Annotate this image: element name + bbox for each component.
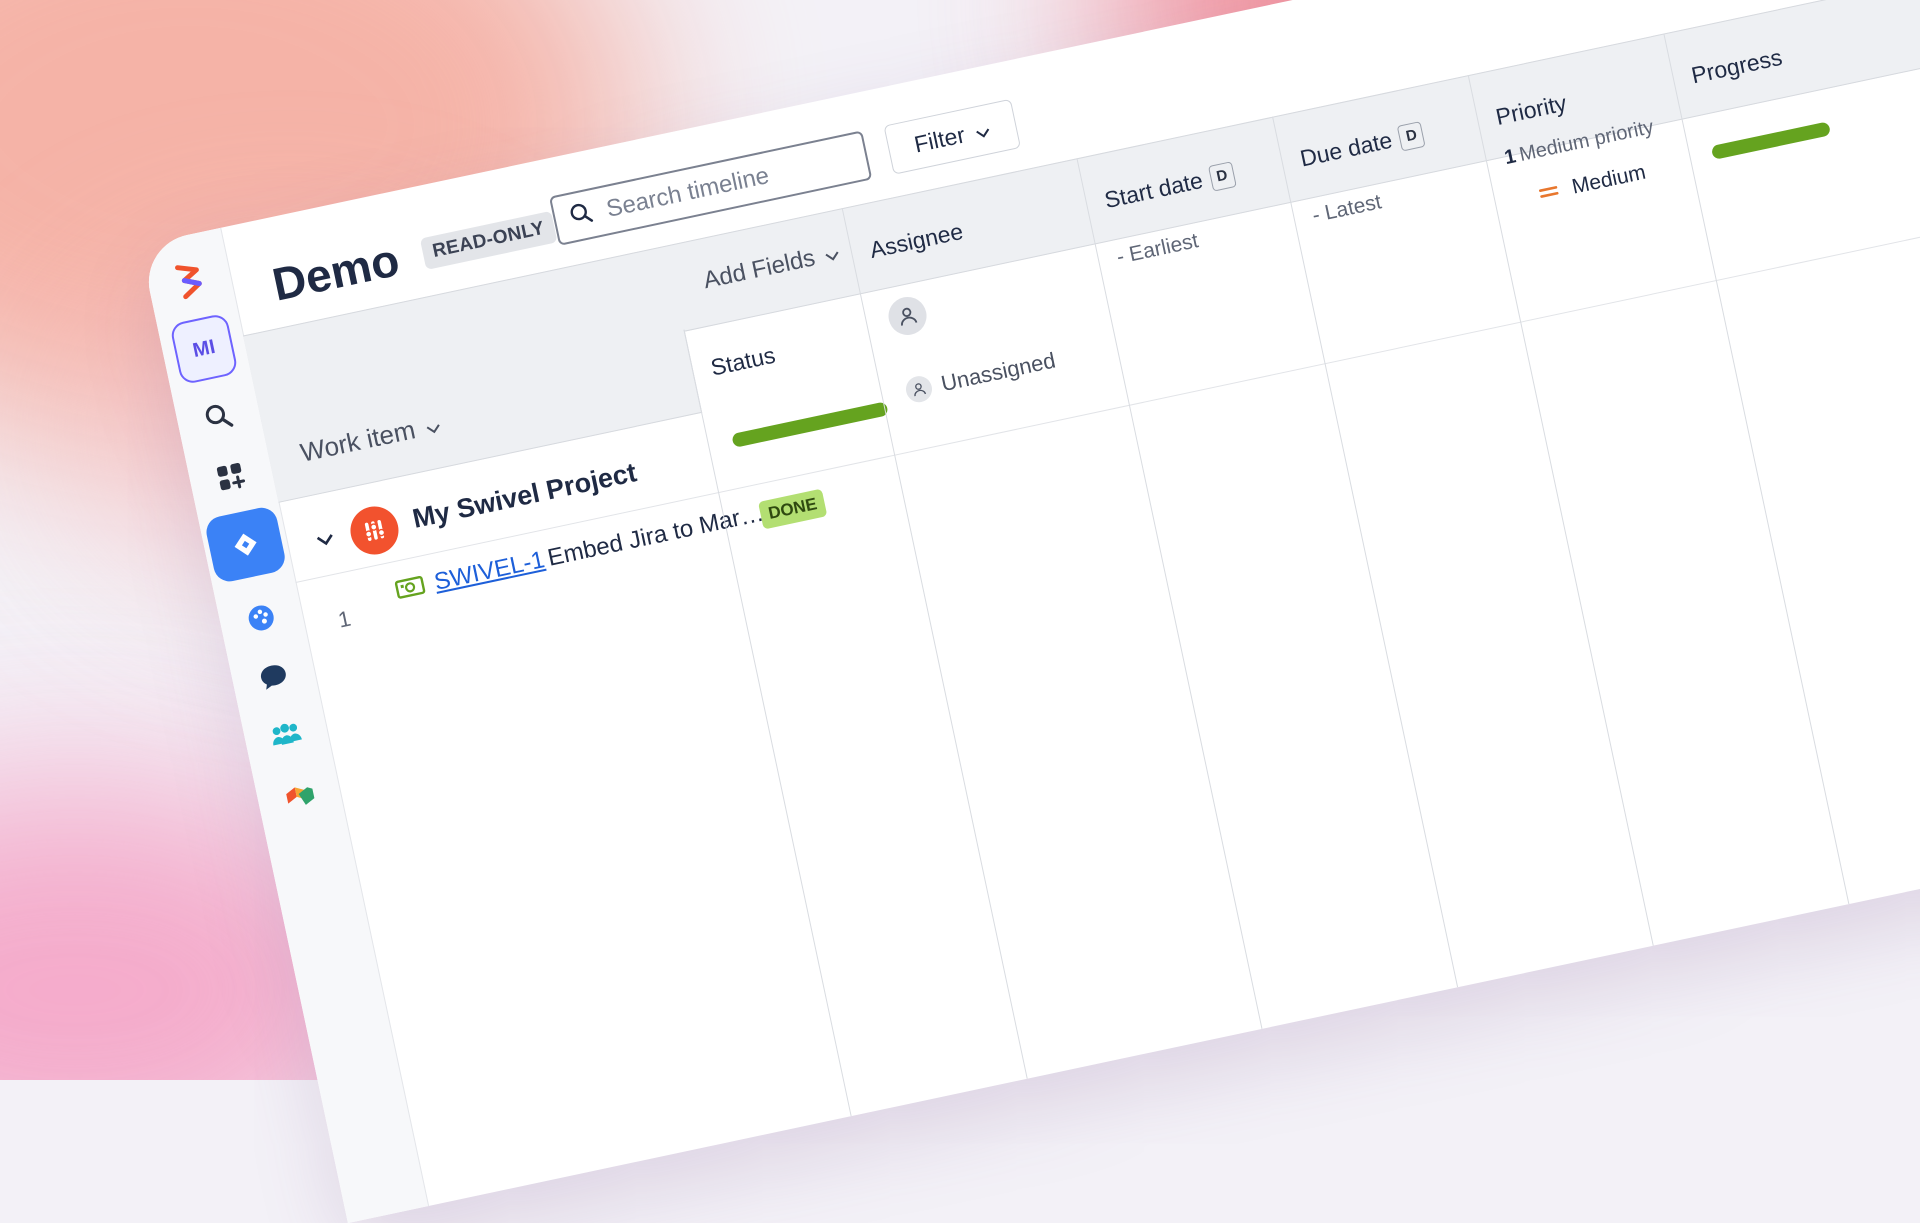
assignee-label: Unassigned <box>938 347 1058 397</box>
chevron-down-icon[interactable] <box>314 531 337 553</box>
status-badge: DONE <box>757 488 828 530</box>
due-date-summary: - Latest <box>1310 190 1384 228</box>
priority-header[interactable]: Priority <box>1493 90 1569 131</box>
assignee-header[interactable]: Assignee <box>867 218 965 264</box>
date-key-badge: D <box>1396 120 1426 151</box>
priority-summary-label: Medium priority <box>1517 116 1656 166</box>
project-name: My Swivel Project <box>409 457 640 534</box>
priority-medium-icon <box>1537 179 1562 207</box>
issue-key-link[interactable]: SWIVEL-1 <box>432 546 547 597</box>
row-number: 1 <box>335 605 353 633</box>
work-item-header-label: Work item <box>297 414 418 468</box>
user-icon <box>903 373 935 405</box>
apps-add-icon[interactable] <box>203 449 260 506</box>
start-date-summary: - Earliest <box>1114 229 1201 269</box>
search-icon[interactable] <box>190 388 247 445</box>
filter-label: Filter <box>911 120 968 158</box>
project-avatar-icon <box>346 502 403 559</box>
team-icon[interactable] <box>258 707 315 764</box>
chevron-down-icon <box>421 409 443 443</box>
date-key-badge: D <box>1207 160 1237 192</box>
palette-icon[interactable] <box>233 589 290 646</box>
status-header[interactable]: Status <box>708 342 777 382</box>
assignee-avatar-icon[interactable] <box>884 293 931 339</box>
chat-icon[interactable] <box>245 648 302 705</box>
app-window: MI Demo READ-ONLY Search timeline Filter… <box>140 0 1920 1223</box>
filter-button[interactable]: Filter <box>883 98 1022 175</box>
due-date-header[interactable]: Due date D <box>1298 120 1426 172</box>
priority-count: 1 <box>1502 145 1518 170</box>
work-item-sort-button[interactable]: Work item <box>298 409 444 469</box>
jira-icon[interactable] <box>203 504 288 585</box>
progress-header[interactable]: Progress <box>1689 44 1785 90</box>
read-only-badge: READ-ONLY <box>419 210 558 270</box>
priority-value: Medium <box>1537 161 1648 207</box>
chevron-down-icon <box>972 116 993 146</box>
priority-label: Medium <box>1569 160 1648 199</box>
logo-icon[interactable] <box>161 253 218 310</box>
user-avatar-button[interactable]: MI <box>169 312 239 386</box>
progress-bar <box>1710 121 1832 160</box>
start-date-header[interactable]: Start date D <box>1102 160 1237 214</box>
start-date-label: Start date <box>1102 166 1206 214</box>
avatar: MI <box>169 312 239 386</box>
search-input[interactable] <box>601 145 847 226</box>
page-title: Demo <box>267 233 404 311</box>
assignee-value: Unassigned <box>903 347 1058 405</box>
due-date-label: Due date <box>1297 126 1395 172</box>
issue-type-icon <box>393 573 428 606</box>
status-progress-bar <box>731 401 889 448</box>
search-icon <box>567 199 597 232</box>
blocks-icon[interactable] <box>270 766 327 823</box>
